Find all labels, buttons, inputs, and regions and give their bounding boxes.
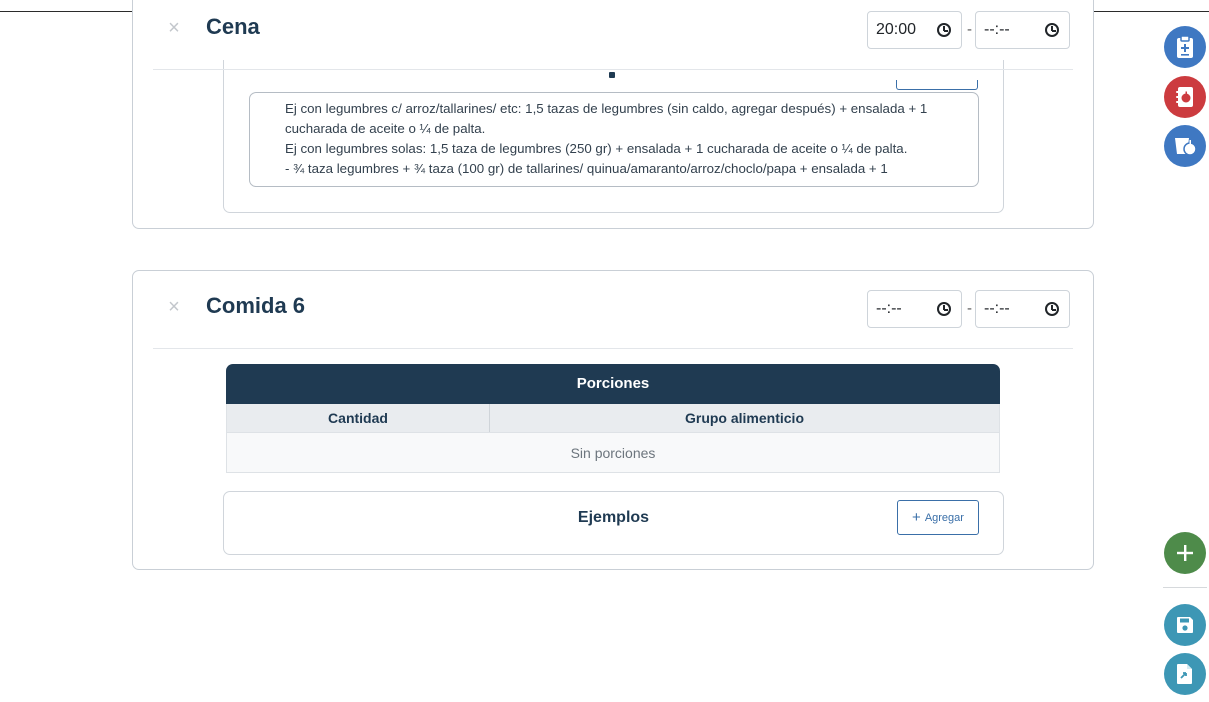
file-export-icon [1177, 664, 1192, 684]
example-line: - ¾ taza legumbres + ¾ taza (100 gr) de … [285, 161, 888, 176]
fab-divider [1163, 587, 1207, 588]
add-example-button[interactable] [896, 80, 978, 90]
save-icon [1177, 617, 1193, 633]
fruit-bowl-icon [1175, 138, 1197, 156]
time-to-value: --:-- [984, 21, 1010, 38]
column-header-grupo: Grupo alimenticio [684, 410, 804, 426]
column-header-cantidad: Cantidad [227, 404, 490, 432]
time-separator: - [967, 300, 972, 317]
portions-table: Porciones Cantidad Grupo alimenticio Sin… [226, 364, 1000, 473]
header-divider [153, 69, 1073, 70]
time-to-value: --:-- [984, 300, 1010, 317]
header-divider [153, 348, 1073, 349]
save-button[interactable] [1164, 604, 1206, 646]
clock-icon[interactable] [937, 23, 951, 37]
plus-icon: + [912, 509, 921, 526]
plus-icon [1177, 545, 1193, 561]
time-from-input[interactable]: --:-- [867, 290, 962, 328]
meal-header: × Comida 6 --:-- - --:-- [133, 271, 1093, 348]
notebook-apple-icon [1176, 87, 1193, 107]
examples-panel: Ej con legumbres c/ arroz/tallarines/ et… [223, 60, 1004, 213]
add-button-label: Agregar [924, 512, 964, 524]
add-meal-button[interactable] [1164, 532, 1206, 574]
time-to-input[interactable]: --:-- [975, 290, 1070, 328]
time-from-value: --:-- [876, 300, 902, 317]
close-icon[interactable]: × [166, 297, 182, 317]
time-to-input[interactable]: --:-- [975, 11, 1070, 49]
example-line: cucharada de aceite o ¼ de palta. [285, 121, 486, 136]
meal-title: Comida 6 [206, 293, 306, 318]
clock-icon[interactable] [1045, 302, 1059, 316]
add-example-button[interactable]: + Agregar [897, 500, 979, 535]
portions-title: Porciones [226, 364, 1000, 404]
examples-panel: Ejemplos + Agregar [223, 491, 1004, 555]
time-separator: - [967, 21, 972, 38]
examples-title-fragment [609, 72, 615, 78]
clock-icon[interactable] [1045, 23, 1059, 37]
meal-header: × Cena 20:00 - --:-- [133, 0, 1093, 69]
clock-icon[interactable] [937, 302, 951, 316]
example-textarea[interactable]: Ej con legumbres c/ arroz/tallarines/ et… [249, 92, 979, 187]
time-from-value: 20:00 [876, 21, 917, 38]
close-icon[interactable]: × [166, 18, 182, 38]
notebook-button[interactable] [1164, 76, 1206, 118]
meal-card-comida-6: × Comida 6 --:-- - --:-- Porciones Canti… [132, 270, 1094, 570]
examples-title: Ejemplos [577, 509, 650, 526]
clipboard-plus-icon [1177, 35, 1193, 58]
fruit-bowl-button[interactable] [1164, 125, 1206, 167]
example-line: Ej con legumbres c/ arroz/tallarines/ et… [285, 101, 928, 116]
meal-card-cena: × Cena 20:00 - --:-- Ej con legumbres c/… [132, 0, 1094, 229]
portions-empty-row: Sin porciones [226, 432, 1000, 473]
portions-column-headers: Cantidad Grupo alimenticio [226, 404, 1000, 432]
export-button[interactable] [1164, 653, 1206, 695]
time-from-input[interactable]: 20:00 [867, 11, 962, 49]
example-line: Ej con legumbres solas: 1,5 taza de legu… [285, 141, 908, 156]
clipboard-plus-button[interactable] [1164, 26, 1206, 68]
meal-title: Cena [206, 14, 260, 39]
